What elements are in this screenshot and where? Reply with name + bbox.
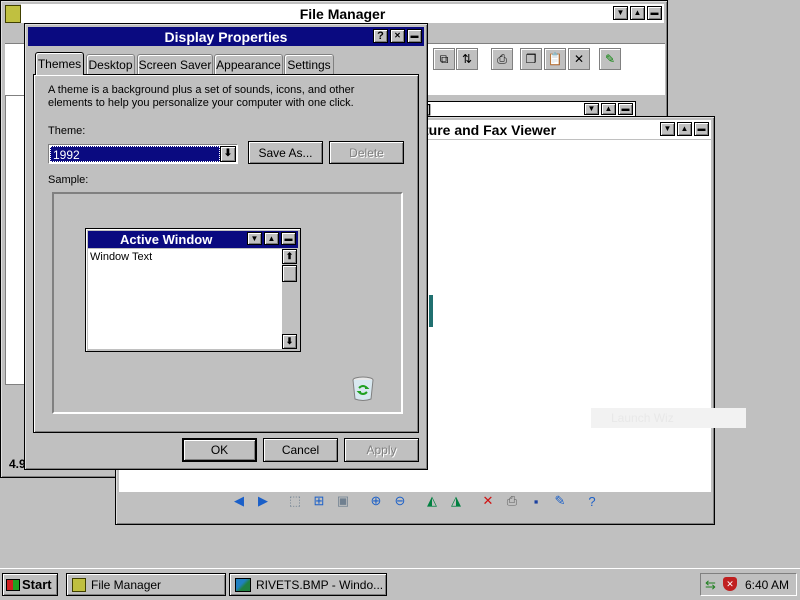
- delete-button[interactable]: Delete: [329, 141, 404, 164]
- tab-appearance[interactable]: Appearance: [214, 54, 283, 74]
- sample-minimize-icon: ▼: [247, 232, 262, 245]
- sample-window-body: Window Text: [88, 249, 282, 349]
- sample-preview: Active Window ▼ ▲ ▬ Window Text ⬆ ⬇: [52, 192, 403, 414]
- taskbar-item-file-manager[interactable]: File Manager: [66, 573, 226, 596]
- sample-restore-icon: ▬: [281, 232, 296, 245]
- tab-screen-saver[interactable]: Screen Saver: [137, 54, 213, 74]
- help-icon[interactable]: ?: [583, 492, 601, 510]
- previous-image-icon[interactable]: ◀: [230, 492, 248, 510]
- sample-window: Active Window ▼ ▲ ▬ Window Text ⬆ ⬇: [85, 228, 301, 352]
- best-fit-icon[interactable]: ⬚: [286, 492, 304, 510]
- scroll-down-arrow-icon: ⬇: [282, 334, 297, 349]
- copy-icon[interactable]: ❐: [520, 48, 542, 70]
- taskbar-item-rivets-bmp[interactable]: RIVETS.BMP - Windo...: [229, 573, 387, 596]
- minimize-button[interactable]: ▼: [613, 6, 628, 20]
- security-shield-icon[interactable]: ✕: [723, 577, 737, 591]
- edit-image-icon[interactable]: ✎: [551, 492, 569, 510]
- tab-settings[interactable]: Settings: [284, 54, 334, 74]
- windows-logo-icon: [6, 578, 20, 591]
- theme-select[interactable]: 1992 ⬇: [48, 144, 238, 164]
- ok-button[interactable]: OK: [182, 438, 257, 462]
- dialog-restore-button[interactable]: ▬: [407, 29, 422, 43]
- network-tray-icon[interactable]: ⇆: [705, 577, 716, 593]
- save-as-button[interactable]: Save As...: [248, 141, 323, 164]
- tab-themes[interactable]: Themes: [35, 52, 84, 75]
- file-manager-icon: [72, 577, 86, 592]
- sample-window-text: Window Text: [90, 251, 153, 263]
- delete-icon[interactable]: ✕: [568, 48, 590, 70]
- recycle-bin-icon: [350, 374, 376, 402]
- display-properties-title: Display Properties: [164, 28, 288, 45]
- rotate-clockwise-icon[interactable]: ◭: [423, 492, 441, 510]
- paste-icon[interactable]: 📋: [544, 48, 566, 70]
- actual-size-icon[interactable]: ⊞: [310, 492, 328, 510]
- pv-maximize-button[interactable]: ▲: [677, 122, 692, 136]
- pv-restore-button[interactable]: ▬: [694, 122, 709, 136]
- scroll-thumb: [282, 265, 297, 282]
- theme-label: Theme:: [48, 125, 86, 137]
- inner-maximize-button[interactable]: ▲: [601, 103, 616, 115]
- sample-label: Sample:: [48, 174, 89, 186]
- apply-button[interactable]: Apply: [344, 438, 419, 462]
- sample-maximize-icon: ▲: [264, 232, 279, 245]
- sample-window-title: Active Window: [120, 232, 213, 247]
- slideshow-icon[interactable]: ▣: [334, 492, 352, 510]
- tab-desktop[interactable]: Desktop: [86, 54, 135, 74]
- restore-button[interactable]: ▬: [647, 6, 662, 20]
- display-properties-dialog: Display Properties ? ✕ ▬ Themes Desktop …: [24, 23, 428, 470]
- sample-window-titlebar: Active Window ▼ ▲ ▬: [88, 231, 298, 248]
- inner-minimize-button[interactable]: ▼: [584, 103, 599, 115]
- theme-description: A theme is a background plus a set of so…: [48, 84, 355, 109]
- image-edge: [429, 295, 433, 327]
- themes-panel: A theme is a background plus a set of so…: [33, 74, 419, 433]
- print-image-icon[interactable]: ⎙: [503, 492, 521, 510]
- picture-viewer-title: ture and Fax Viewer: [424, 121, 557, 138]
- save-image-icon[interactable]: ▪: [527, 492, 545, 510]
- sort-icon[interactable]: ⇅: [456, 48, 478, 70]
- help-button[interactable]: ?: [373, 29, 388, 43]
- zoom-in-icon[interactable]: ⊕: [367, 492, 385, 510]
- chevron-down-icon[interactable]: ⬇: [220, 146, 236, 162]
- copy-disk-icon[interactable]: ⧉: [433, 48, 455, 70]
- start-button[interactable]: Start: [2, 573, 58, 596]
- print-icon[interactable]: ⎙: [491, 48, 513, 70]
- delete-image-icon[interactable]: ✕: [479, 492, 497, 510]
- display-properties-titlebar[interactable]: Display Properties ? ✕ ▬: [28, 27, 424, 46]
- scroll-up-arrow-icon: ⬆: [282, 249, 297, 264]
- zoom-out-icon[interactable]: ⊖: [391, 492, 409, 510]
- launch-wiz-label: Launch Wiz: [591, 408, 746, 428]
- theme-select-value: 1992: [50, 146, 220, 162]
- file-manager-title: File Manager: [299, 5, 386, 22]
- clock[interactable]: 6:40 AM: [745, 578, 789, 592]
- system-tray: ⇆ ✕ 6:40 AM: [700, 573, 797, 596]
- system-menu-icon[interactable]: [5, 5, 21, 23]
- connect-icon[interactable]: ✎: [599, 48, 621, 70]
- inner-restore-button[interactable]: ▬: [618, 103, 633, 115]
- sample-scrollbar: ⬆ ⬇: [282, 249, 298, 349]
- cancel-button[interactable]: Cancel: [263, 438, 338, 462]
- close-button[interactable]: ✕: [390, 29, 405, 43]
- pv-minimize-button[interactable]: ▼: [660, 122, 675, 136]
- rotate-counterclockwise-icon[interactable]: ◮: [447, 492, 465, 510]
- next-image-icon[interactable]: ▶: [254, 492, 272, 510]
- file-manager-titlebar[interactable]: File Manager ▼ ▲ ▬: [21, 4, 664, 23]
- image-file-icon: [235, 577, 251, 592]
- maximize-button[interactable]: ▲: [630, 6, 645, 20]
